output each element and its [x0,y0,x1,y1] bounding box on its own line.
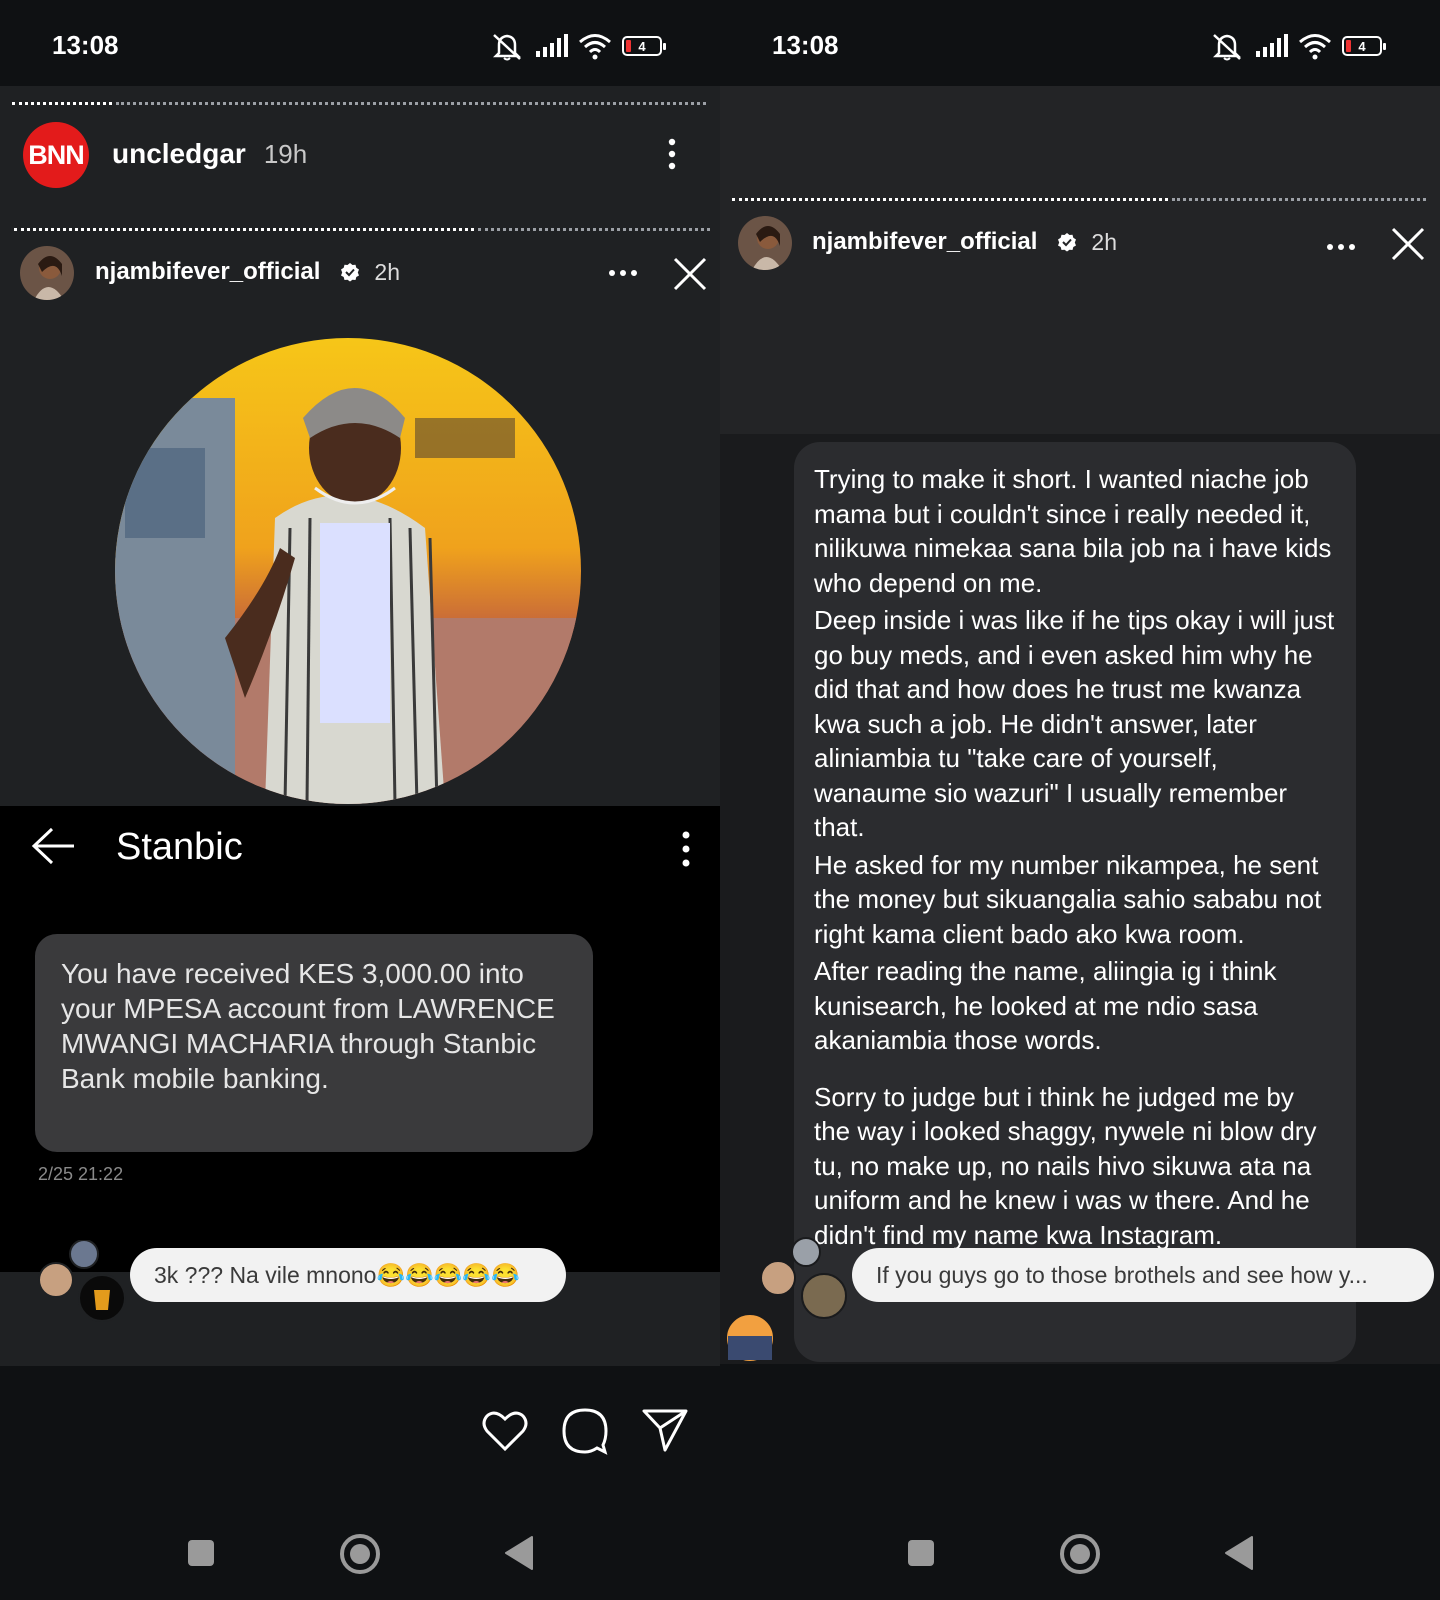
note-paragraph-2: Deep inside i was like if he tips okay i… [814,605,1342,842]
home-icon[interactable] [1058,1532,1102,1576]
mute-icon [492,34,522,61]
signal-icon [536,34,568,57]
status-icons: 4 [490,26,666,66]
back-icon[interactable] [1222,1534,1256,1572]
more-horizontal-icon[interactable] [608,264,638,282]
right-story-age: 2h [1091,228,1118,255]
outer-story-username[interactable]: uncledgar [112,138,246,170]
story-progress-remaining [116,102,706,105]
more-options-icon[interactable] [664,136,680,172]
note-paragraph-3: He asked for my number nikampea, he sent… [814,849,1329,949]
right-story-header: njambifever_official 2h [812,228,1117,256]
recents-icon[interactable] [906,1538,936,1568]
outer-story-age: 19h [263,139,308,169]
reply-avatars-right [724,1236,854,1364]
status-time: 13:08 [52,30,119,60]
right-story-username[interactable]: njambifever_official [812,228,1037,256]
comment-icon[interactable] [560,1406,610,1456]
heart-icon[interactable] [480,1408,530,1454]
close-icon[interactable] [672,256,708,297]
inner-story-avatar[interactable] [20,246,74,300]
note-paragraph-1: Trying to make it short. I wanted niache… [814,464,1339,598]
right-progress-seen [732,198,1168,201]
battery-icon: 4 [1342,36,1386,56]
outer-story-header: uncledgar 19h [112,138,307,170]
status-time-right: 13:08 [772,30,839,60]
back-icon[interactable] [502,1534,536,1572]
story-progress-seen [12,102,112,105]
verified-icon [1058,233,1077,252]
outer-story-avatar[interactable]: BNN [23,122,89,188]
inner-story-header: njambifever_official 2h [95,258,400,286]
right-story-avatar[interactable] [738,216,792,270]
wifi-icon [579,34,611,60]
inner-story-username[interactable]: njambifever_official [95,258,320,286]
sms-timestamp: 2/25 21:22 [38,1164,124,1184]
verified-icon [341,263,360,282]
note-paragraph-5: Sorry to judge but i think he judged me … [814,1081,1324,1250]
sms-menu-icon[interactable] [680,830,692,873]
home-icon[interactable] [338,1532,382,1576]
sms-message-bubble: You have received KES 3,000.00 into your… [35,934,593,1152]
right-progress-remaining [1172,198,1426,201]
note-paragraph-4: After reading the name, aliingia ig i th… [814,956,1284,1055]
wifi-icon [1299,34,1331,60]
close-icon[interactable] [1390,226,1426,267]
inner-progress-remaining [478,228,710,231]
reply-bubble[interactable]: 3k ??? Na vile mnono😂😂😂😂😂 [130,1248,566,1302]
story-text-note: Trying to make it short. I wanted niache… [794,442,1356,1362]
status-icons-right: 4 [1210,26,1386,66]
reply-bubble-right[interactable]: If you guys go to those brothels and see… [852,1248,1434,1302]
inner-story-age: 2h [374,258,401,285]
bnn-logo: BNN [28,139,84,170]
sms-sender-title: Stanbic [116,826,243,868]
back-arrow-icon[interactable] [30,826,76,871]
inner-progress-seen [14,228,474,231]
right-story-top [720,86,1440,434]
signal-icon [1256,34,1288,57]
recents-icon[interactable] [186,1538,216,1568]
battery-icon: 4 [622,36,666,56]
share-icon[interactable] [640,1406,690,1454]
more-horizontal-icon[interactable] [1326,238,1356,256]
mute-icon [1212,34,1242,61]
story-photo [115,338,581,804]
